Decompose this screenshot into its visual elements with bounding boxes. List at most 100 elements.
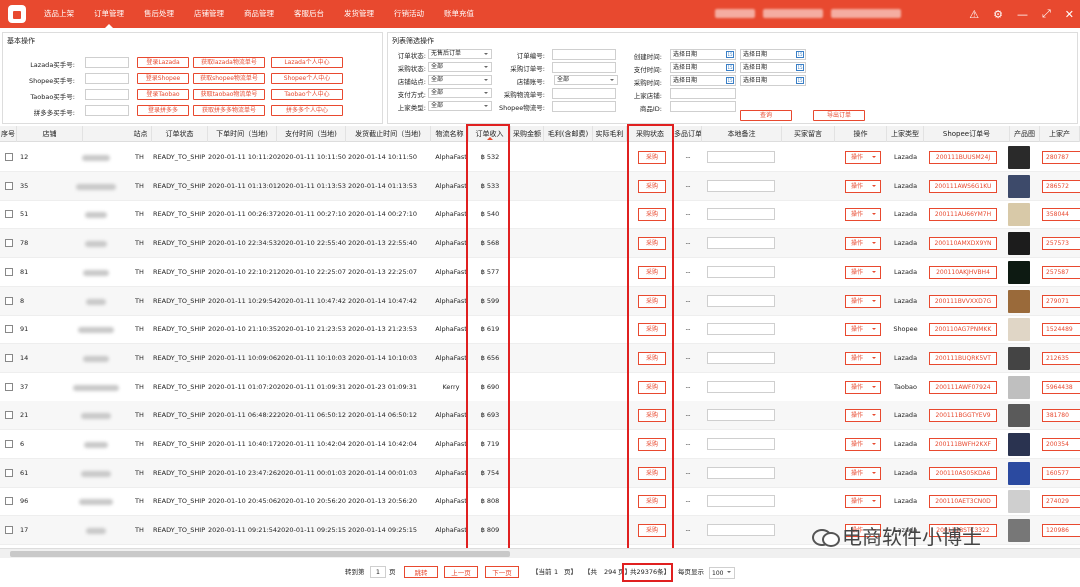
filter-input[interactable] — [670, 101, 736, 112]
purchase-button[interactable]: 采购 — [638, 409, 666, 423]
jump-button[interactable]: 跳转 — [404, 566, 438, 578]
operation-dropdown[interactable]: 操作 — [845, 179, 881, 193]
shopee-order-number[interactable]: 200110AET3CN0D — [929, 495, 997, 509]
get-logistics-number-button[interactable]: 获取taobao物流单号 — [193, 89, 265, 100]
buyer-account-input[interactable] — [85, 57, 129, 68]
row-checkbox[interactable] — [5, 325, 13, 334]
upstream-product-link[interactable]: 286572 — [1042, 179, 1080, 193]
shopee-order-number[interactable]: 200111BVVXXD7G — [929, 294, 997, 308]
upstream-product-link[interactable]: 274029 — [1042, 495, 1080, 509]
shopee-order-number[interactable]: 200111BUUSM24J — [929, 151, 997, 164]
row-checkbox[interactable] — [5, 353, 13, 362]
nav-item-8[interactable]: 账单充值 — [434, 0, 484, 28]
calendar-icon[interactable]: 15 — [796, 77, 804, 84]
operation-dropdown[interactable]: 操作 — [845, 495, 881, 509]
shopee-order-number[interactable]: 200111BUQRK5VT — [929, 351, 997, 365]
nav-item-6[interactable]: 发货管理 — [334, 0, 384, 28]
purchase-button[interactable]: 采购 — [638, 151, 666, 164]
row-checkbox[interactable] — [5, 468, 13, 477]
column-header[interactable]: 上家产 — [1040, 126, 1080, 142]
search-button[interactable]: 查询 — [740, 110, 792, 121]
filter-select[interactable]: 全部 — [428, 101, 492, 111]
row-checkbox[interactable] — [5, 267, 13, 276]
buyer-account-input[interactable] — [85, 89, 129, 100]
scrollbar-thumb[interactable] — [10, 551, 510, 557]
column-header[interactable]: 支付时间（当地) — [277, 126, 346, 142]
column-header[interactable]: 订单状态 — [152, 126, 208, 142]
nav-item-7[interactable]: 行销活动 — [384, 0, 434, 28]
operation-dropdown[interactable]: 操作 — [845, 265, 881, 279]
column-header[interactable]: 实际毛利 — [593, 126, 627, 142]
filter-select[interactable]: 无售后订单 — [428, 49, 492, 59]
table-row[interactable]: 14 TH READY_TO_SHIP 2020-01-11 10:09:06 2020… — [0, 343, 1080, 373]
operation-dropdown[interactable]: 操作 — [845, 351, 881, 365]
calendar-icon[interactable]: 15 — [726, 51, 734, 58]
column-header[interactable]: 操作 — [835, 126, 887, 142]
login-button[interactable]: 登录Shopee — [137, 73, 189, 84]
row-checkbox[interactable] — [5, 382, 13, 391]
column-header[interactable]: 序号 — [0, 126, 17, 142]
column-header[interactable]: 站点 — [130, 126, 152, 142]
local-note-input[interactable] — [707, 409, 775, 422]
shopee-order-number[interactable]: 200110AS05KDA6 — [929, 466, 997, 480]
calendar-icon[interactable]: 15 — [726, 77, 734, 84]
export-orders-button[interactable]: 导出订单 — [813, 110, 865, 121]
shopee-order-number[interactable]: 200111AU66YM7H — [929, 208, 997, 222]
local-note-input[interactable] — [707, 438, 775, 450]
column-header[interactable]: 采购金额 — [511, 126, 544, 142]
upstream-product-link[interactable]: 5964438 — [1042, 380, 1080, 394]
upstream-product-link[interactable]: 1524489 — [1042, 323, 1080, 337]
date-from-input[interactable]: 选择日期 15 — [670, 62, 736, 73]
purchase-button[interactable]: 采购 — [638, 351, 666, 365]
purchase-button[interactable]: 采购 — [638, 237, 666, 251]
table-row[interactable]: 37 TH READY_TO_SHIP 2020-01-11 01:07:20 2020… — [0, 373, 1080, 402]
upstream-product-link[interactable]: 279071 — [1042, 294, 1080, 308]
calendar-icon[interactable]: 15 — [726, 64, 734, 71]
row-checkbox[interactable] — [5, 153, 13, 161]
row-checkbox[interactable] — [5, 440, 13, 448]
operation-dropdown[interactable]: 操作 — [845, 237, 881, 251]
shopee-order-number[interactable]: 200111AWS6G1KU — [929, 179, 997, 193]
operation-dropdown[interactable]: 操作 — [845, 294, 881, 308]
operation-dropdown[interactable]: 操作 — [845, 466, 881, 480]
nav-item-3[interactable]: 店铺管理 — [184, 0, 234, 28]
date-from-input[interactable]: 选择日期 15 — [670, 75, 736, 86]
filter-select[interactable]: 全部 — [554, 75, 618, 85]
filter-select[interactable]: 全部 — [428, 88, 492, 98]
column-header[interactable]: 发货截止时间（当地) — [346, 126, 431, 142]
login-button[interactable]: 登录Taobao — [137, 89, 189, 100]
table-row[interactable]: 51 TH READY_TO_SHIP 2020-01-11 00:26:37 2020… — [0, 200, 1080, 230]
purchase-button[interactable]: 采购 — [638, 323, 666, 337]
row-checkbox[interactable] — [5, 181, 13, 190]
buyer-account-input[interactable] — [85, 73, 129, 84]
per-page-select[interactable]: 100 — [709, 567, 735, 579]
column-header[interactable]: Shopee订单号 — [924, 126, 1010, 142]
local-note-input[interactable] — [707, 466, 775, 479]
shopee-order-number[interactable]: 200110AKJHVBH4 — [929, 265, 997, 279]
calendar-icon[interactable]: 15 — [796, 51, 804, 58]
get-logistics-number-button[interactable]: 获取拼多多物流单号 — [193, 105, 265, 116]
get-logistics-number-button[interactable]: 获取lazada物流单号 — [193, 57, 265, 68]
purchase-button[interactable]: 采购 — [638, 524, 666, 538]
fullscreen-icon[interactable]: ⤢ — [1042, 7, 1051, 21]
column-header[interactable]: 店铺 — [17, 126, 83, 142]
table-row[interactable]: 8 TH READY_TO_SHIP 2020-01-11 10:29:54 2020-… — [0, 286, 1080, 316]
filter-input[interactable] — [552, 88, 616, 99]
column-header[interactable]: 本地备注 — [702, 126, 782, 142]
get-logistics-number-button[interactable]: 获取shopee物流单号 — [193, 73, 265, 84]
row-checkbox[interactable] — [5, 210, 13, 219]
purchase-button[interactable]: 采购 — [638, 466, 666, 480]
nav-item-5[interactable]: 客服后台 — [284, 0, 334, 28]
sort-asc-icon[interactable] — [487, 137, 493, 140]
gear-icon[interactable]: ⚙ — [993, 8, 1003, 21]
column-header[interactable]: 采购状态 — [627, 126, 674, 142]
filter-input[interactable] — [552, 49, 616, 60]
login-button[interactable]: 登录拼多多 — [137, 105, 189, 116]
upstream-product-link[interactable]: 120986 — [1042, 524, 1080, 538]
column-header[interactable]: 毛利(含邮费) — [544, 126, 593, 142]
personal-center-button[interactable]: Shopee个人中心 — [271, 73, 343, 84]
column-header[interactable]: 上家类型 — [887, 126, 924, 142]
table-row[interactable]: 96 TH READY_TO_SHIP 2020-01-10 20:45:06 2020… — [0, 487, 1080, 517]
local-note-input[interactable] — [707, 237, 775, 250]
purchase-button[interactable]: 采购 — [638, 265, 666, 279]
